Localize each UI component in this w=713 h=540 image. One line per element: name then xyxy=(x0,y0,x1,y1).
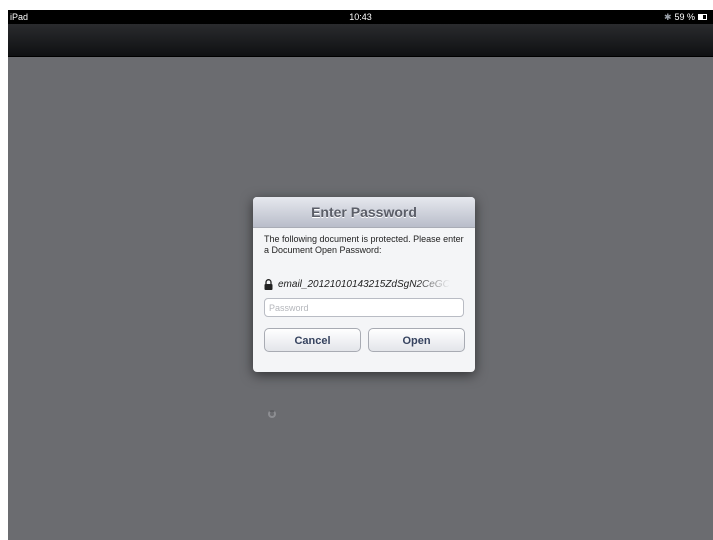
password-field[interactable] xyxy=(264,298,464,317)
dialog-title: Enter Password xyxy=(253,197,475,228)
ipad-screen: iPad 10:43 ✱ 59 % Enter Password The fol… xyxy=(8,10,713,540)
cancel-button[interactable]: Cancel xyxy=(264,328,361,352)
navigation-bar xyxy=(8,24,713,57)
lock-icon xyxy=(264,278,273,290)
status-indicators: ✱ 59 % xyxy=(664,10,707,24)
open-button[interactable]: Open xyxy=(368,328,465,352)
bluetooth-icon: ✱ xyxy=(663,12,672,22)
loading-spinner-icon xyxy=(268,410,276,418)
protected-file-row: email_20121010143215ZdSgN2CeGC xyxy=(264,277,472,291)
battery-level-fill xyxy=(699,15,704,19)
battery-icon xyxy=(698,14,707,20)
status-time: 10:43 xyxy=(349,12,372,22)
status-bar: iPad 10:43 ✱ 59 % xyxy=(8,10,713,24)
battery-percent: 59 % xyxy=(674,12,695,22)
dialog-message: The following document is protected. Ple… xyxy=(264,234,464,255)
protected-file-name: email_20121010143215ZdSgN2CeGC xyxy=(278,278,450,290)
enter-password-dialog: Enter Password The following document is… xyxy=(253,197,475,372)
